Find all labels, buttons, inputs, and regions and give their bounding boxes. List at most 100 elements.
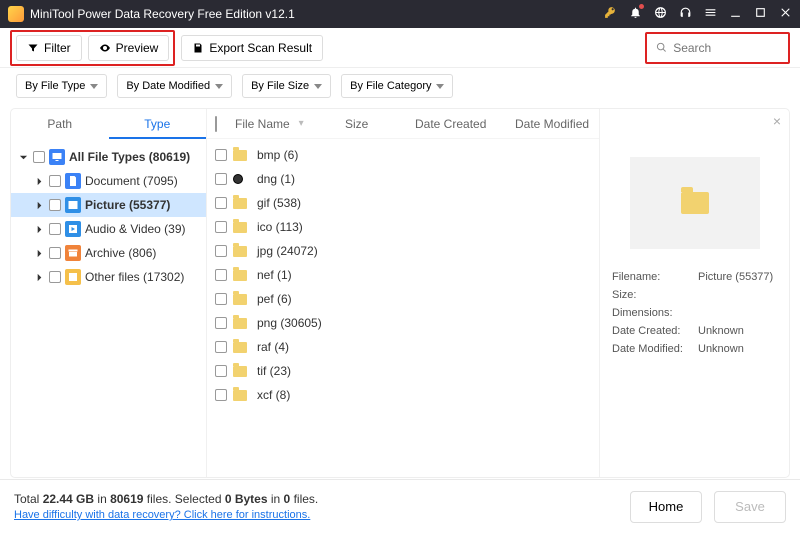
filter-button[interactable]: Filter [16, 35, 82, 61]
preview-thumbnail [630, 157, 760, 249]
eye-icon [99, 42, 111, 54]
chevron-right-icon [35, 249, 44, 258]
other-icon [65, 269, 81, 285]
list-item[interactable]: ico (113) [207, 215, 599, 239]
col-name[interactable]: File Name [235, 117, 290, 131]
tree-other[interactable]: Other files (17302) [11, 265, 206, 289]
list-item[interactable]: raf (4) [207, 335, 599, 359]
checkbox[interactable] [215, 317, 227, 329]
list-item[interactable]: jpg (24072) [207, 239, 599, 263]
folder-icon [233, 390, 247, 401]
checkbox[interactable] [49, 247, 61, 259]
folder-icon [233, 294, 247, 305]
select-all-checkbox[interactable] [215, 116, 217, 132]
filter-by-type[interactable]: By File Type [16, 74, 107, 98]
filter-by-size[interactable]: By File Size [242, 74, 331, 98]
folder-icon [233, 342, 247, 353]
checkbox[interactable] [215, 341, 227, 353]
list-item[interactable]: nef (1) [207, 263, 599, 287]
folder-icon [233, 246, 247, 257]
search-box[interactable] [650, 36, 785, 60]
checkbox[interactable] [215, 389, 227, 401]
checkbox[interactable] [49, 175, 61, 187]
preview-button[interactable]: Preview [88, 35, 170, 61]
minimize-icon[interactable] [729, 6, 742, 22]
meta-dc-key: Date Created: [612, 325, 692, 337]
save-icon [192, 42, 204, 54]
meta-dm-val: Unknown [698, 343, 744, 355]
meta-dim-key: Dimensions: [612, 307, 692, 319]
export-button[interactable]: Export Scan Result [181, 35, 323, 61]
search-input[interactable] [673, 41, 779, 55]
close-preview-icon[interactable]: × [773, 113, 781, 129]
chevron-right-icon [35, 225, 44, 234]
checkbox[interactable] [215, 173, 227, 185]
checkbox[interactable] [33, 151, 45, 163]
col-date-modified[interactable]: Date Modified [515, 117, 591, 131]
list-item[interactable]: tif (23) [207, 359, 599, 383]
menu-icon[interactable] [704, 6, 717, 22]
folder-icon [233, 150, 247, 161]
tree-all-types[interactable]: All File Types (80619) [11, 145, 206, 169]
folder-icon [233, 366, 247, 377]
filter-label: Filter [44, 41, 71, 55]
preview-label: Preview [116, 41, 159, 55]
chevron-down-icon [314, 84, 322, 89]
picture-icon [65, 197, 81, 213]
globe-icon[interactable] [654, 6, 667, 22]
checkbox[interactable] [215, 245, 227, 257]
toolbar: Filter Preview Export Scan Result [0, 28, 800, 68]
maximize-icon[interactable] [754, 6, 767, 22]
chevron-down-icon [215, 84, 223, 89]
checkbox[interactable] [49, 271, 61, 283]
save-button[interactable]: Save [714, 491, 786, 523]
tab-path[interactable]: Path [11, 109, 109, 139]
meta-dc-val: Unknown [698, 325, 744, 337]
list-item[interactable]: xcf (8) [207, 383, 599, 407]
app-logo-icon [8, 6, 24, 22]
sort-icon[interactable]: ▾ [294, 118, 304, 129]
meta-filename-val: Picture (55377) [698, 271, 773, 283]
filter-chips: By File Type By Date Modified By File Si… [0, 68, 800, 104]
preview-pane: × Filename:Picture (55377) Size: Dimensi… [599, 109, 789, 477]
list-item[interactable]: png (30605) [207, 311, 599, 335]
bell-icon[interactable] [629, 6, 642, 22]
file-type-tree: All File Types (80619) Document (7095) P… [11, 139, 206, 295]
meta-dm-key: Date Modified: [612, 343, 692, 355]
col-size[interactable]: Size [345, 117, 415, 131]
list-body[interactable]: bmp (6) dng (1) gif (538) ico (113) jpg … [207, 139, 599, 477]
col-date-created[interactable]: Date Created [415, 117, 515, 131]
chevron-down-icon [436, 84, 444, 89]
key-icon[interactable] [604, 6, 617, 22]
checkbox[interactable] [215, 197, 227, 209]
chevron-right-icon [35, 273, 44, 282]
list-item[interactable]: dng (1) [207, 167, 599, 191]
window-title: MiniTool Power Data Recovery Free Editio… [30, 7, 604, 21]
sidebar-tabs: Path Type [11, 109, 206, 139]
filter-by-date[interactable]: By Date Modified [117, 74, 232, 98]
tree-document[interactable]: Document (7095) [11, 169, 206, 193]
highlight-filter-preview: Filter Preview [10, 30, 175, 66]
help-link[interactable]: Have difficulty with data recovery? Clic… [14, 509, 318, 521]
checkbox[interactable] [215, 149, 227, 161]
close-icon[interactable] [779, 6, 792, 22]
checkbox[interactable] [49, 223, 61, 235]
tree-audio-video[interactable]: Audio & Video (39) [11, 217, 206, 241]
folder-icon [681, 192, 709, 214]
checkbox[interactable] [215, 293, 227, 305]
tree-picture[interactable]: Picture (55377) [11, 193, 206, 217]
sidebar: Path Type All File Types (80619) Documen… [11, 109, 207, 477]
list-item[interactable]: pef (6) [207, 287, 599, 311]
document-icon [65, 173, 81, 189]
tree-archive[interactable]: Archive (806) [11, 241, 206, 265]
home-button[interactable]: Home [630, 491, 702, 523]
list-item[interactable]: gif (538) [207, 191, 599, 215]
checkbox[interactable] [49, 199, 61, 211]
checkbox[interactable] [215, 221, 227, 233]
headphones-icon[interactable] [679, 6, 692, 22]
checkbox[interactable] [215, 269, 227, 281]
filter-by-category[interactable]: By File Category [341, 74, 453, 98]
checkbox[interactable] [215, 365, 227, 377]
list-item[interactable]: bmp (6) [207, 143, 599, 167]
tab-type[interactable]: Type [109, 109, 207, 139]
